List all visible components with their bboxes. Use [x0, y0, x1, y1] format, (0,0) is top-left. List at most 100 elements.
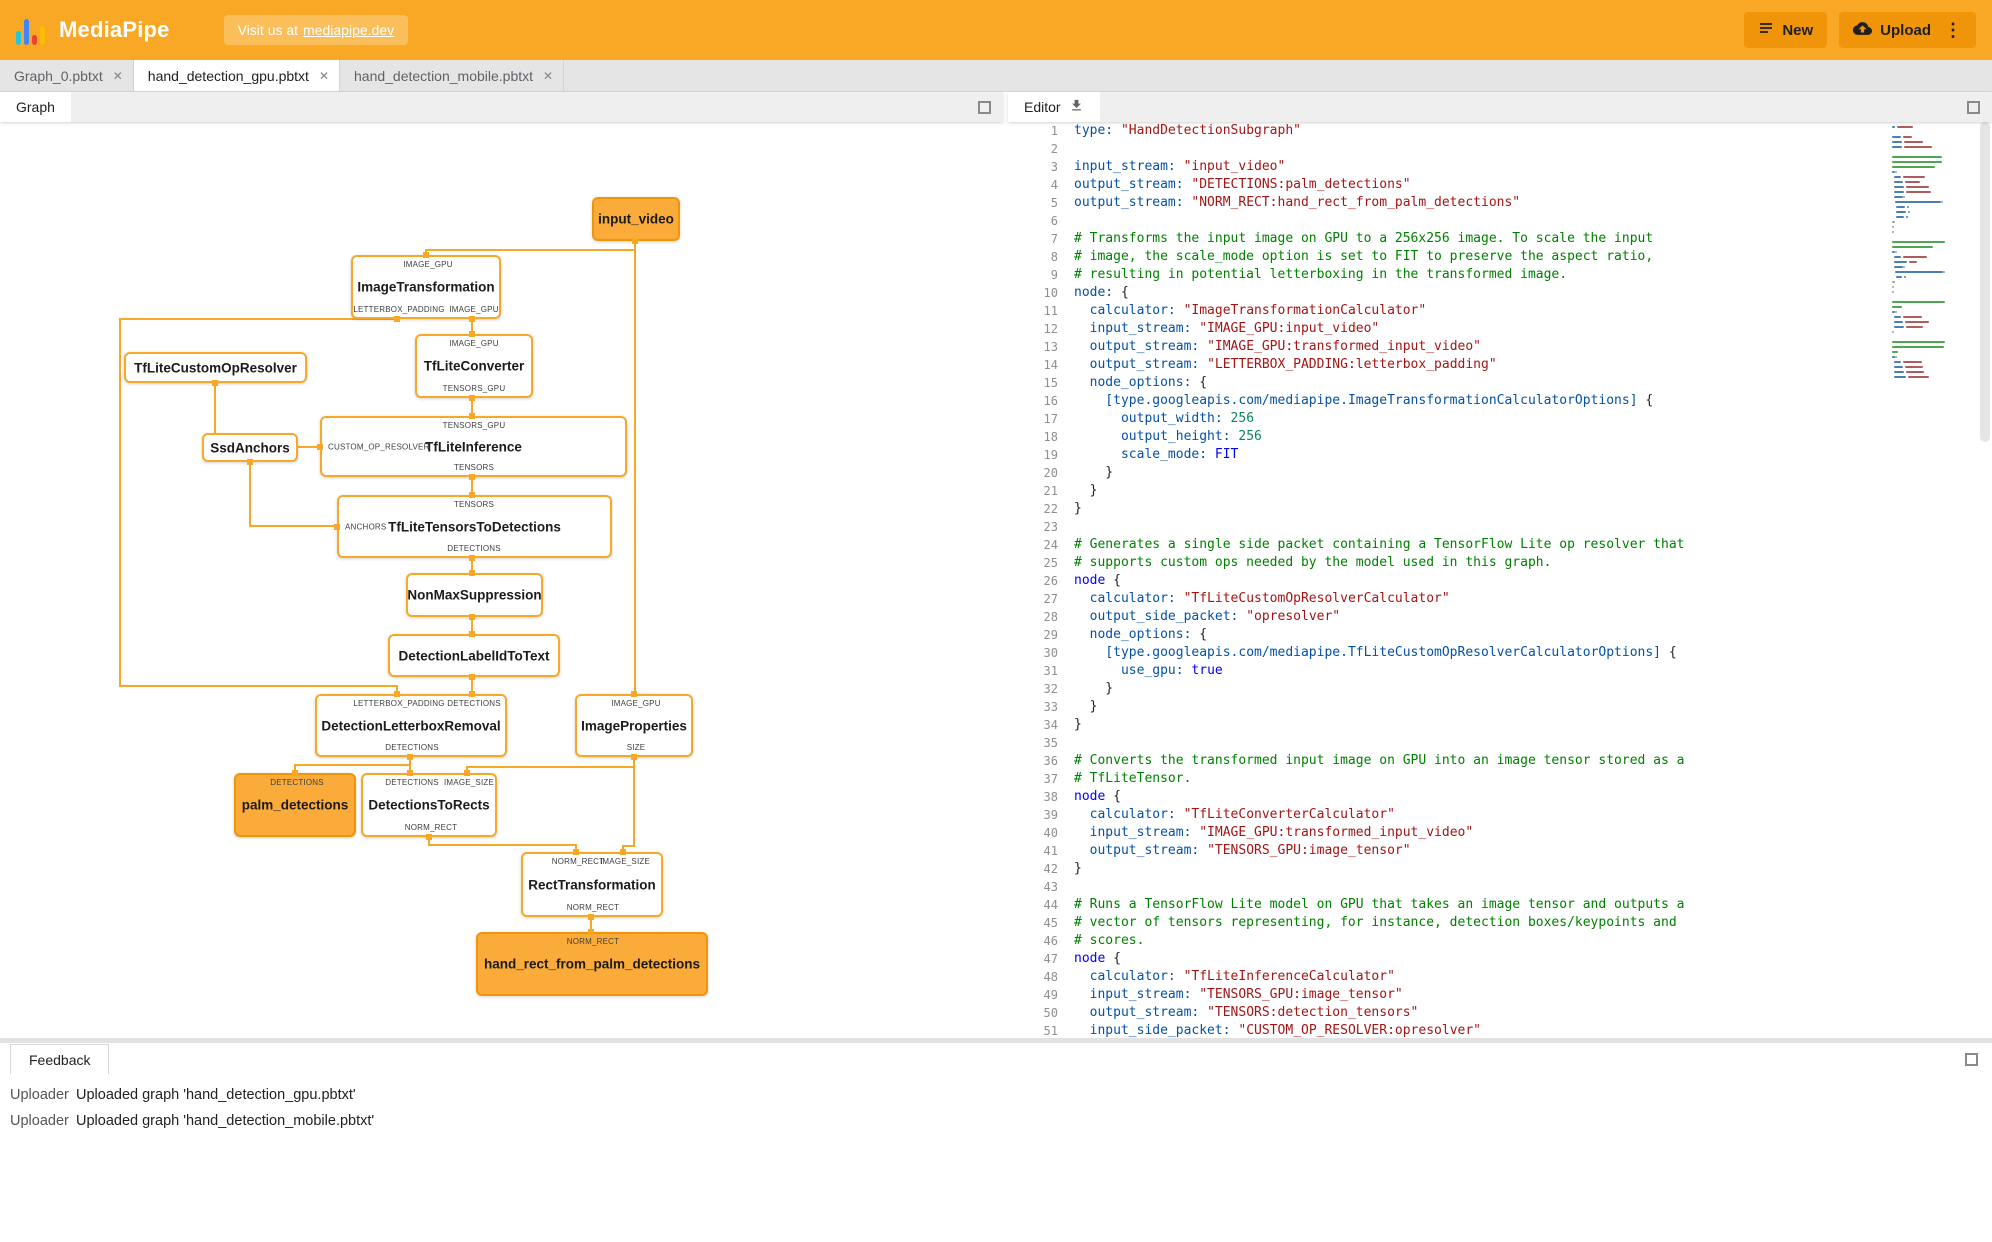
editor-scrollbar[interactable] [1978, 122, 1992, 1038]
expand-feedback-panel-icon[interactable] [1965, 1053, 1978, 1066]
download-icon[interactable] [1069, 98, 1084, 116]
code-line[interactable]: 32 } [1008, 680, 1992, 698]
graph-node-tflite_tensors_to_detections[interactable]: TfLiteTensorsToDetections TENSORS ANCHORS D… [337, 495, 612, 558]
code-line[interactable]: 30 [type.googleapis.com/mediapipe.TfLite… [1008, 644, 1992, 662]
code-line[interactable]: 21 } [1008, 482, 1992, 500]
graph-node-non_max_suppression[interactable]: NonMaxSuppression [406, 573, 543, 617]
code-line[interactable]: 51 input_side_packet: "CUSTOM_OP_RESOLVE… [1008, 1022, 1992, 1038]
code-line[interactable]: 7 # Transforms the input image on GPU to … [1008, 230, 1992, 248]
minimap[interactable] [1892, 126, 1972, 381]
graph-node-input_video[interactable]: input_video [592, 197, 680, 241]
code-line[interactable]: 4 output_stream: "DETECTIONS:palm_detecti… [1008, 176, 1992, 194]
code-line[interactable]: 2 [1008, 140, 1992, 158]
code-line[interactable]: 13 output_stream: "IMAGE_GPU:transformed… [1008, 338, 1992, 356]
code-line[interactable]: 47 node { [1008, 950, 1992, 968]
minimap-line [1892, 376, 1972, 378]
code-text: calculator: "ImageTransformationCalculat… [1089, 303, 1427, 318]
code-editor[interactable]: 1 type: "HandDetectionSubgraph" 2 3 input_s… [1008, 122, 1992, 1038]
code-line[interactable]: 25 # supports custom ops needed by the mo… [1008, 554, 1992, 572]
graph-node-tflite_inference[interactable]: TfLiteInference TENSORS_GPU CUSTOM_OP_RESO… [320, 416, 627, 477]
code-line[interactable]: 22} [1008, 500, 1992, 518]
visit-badge: Visit us at mediapipe.dev [223, 15, 409, 45]
code-line[interactable]: 35 [1008, 734, 1992, 752]
code-line[interactable]: 28 output_side_packet: "opresolver" [1008, 608, 1992, 626]
tab-editor[interactable]: Editor [1008, 92, 1100, 122]
feedback-entry: Uploader Uploaded graph 'hand_detection_g… [10, 1087, 1992, 1103]
new-button-label: New [1782, 21, 1814, 39]
line-number: 21 [1043, 484, 1058, 498]
code-line[interactable]: 41 output_stream: "TENSORS_GPU:image_ten… [1008, 842, 1992, 860]
graph-canvas[interactable]: input_video ImageTransformation IMAGE_GPU L… [0, 122, 1003, 1038]
code-line[interactable]: 34} [1008, 716, 1992, 734]
code-line[interactable]: 26 node { [1008, 572, 1992, 590]
close-icon[interactable]: ✕ [113, 69, 123, 83]
node-title: DetectionLetterboxRemoval [321, 718, 501, 733]
code-line[interactable]: 3 input_stream: "input_video" [1008, 158, 1992, 176]
graph-node-detection_letterbox_removal[interactable]: DetectionLetterboxRemoval LETTERBOX_PADDI… [315, 694, 507, 757]
code-line[interactable]: 31 use_gpu: true [1008, 662, 1992, 680]
code-line[interactable]: 6 [1008, 212, 1992, 230]
code-line[interactable]: 27 calculator: "TfLiteCustomOpResolverCa… [1008, 590, 1992, 608]
code-line[interactable]: 15 node_options: { [1008, 374, 1992, 392]
graph-node-hand_rect_from_palm_detections[interactable]: hand_rect_from_palm_detections NORM_RECT [476, 932, 708, 996]
graph-node-detection_label_id_to_text[interactable]: DetectionLabelIdToText [388, 634, 560, 677]
code-line[interactable]: 11 calculator: "ImageTransformationCalcu… [1008, 302, 1992, 320]
code-line[interactable]: 16 [type.googleapis.com/mediapipe.ImageT… [1008, 392, 1992, 410]
upload-button-label: Upload [1880, 21, 1931, 39]
file-tab[interactable]: hand_detection_gpu.pbtxt ✕ [133, 60, 340, 91]
node-title: NonMaxSuppression [407, 587, 542, 603]
code-line[interactable]: 18 output_height: 256 [1008, 428, 1992, 446]
port-marker [426, 834, 432, 840]
code-line[interactable]: 19 scale_mode: FIT [1008, 446, 1992, 464]
code-line[interactable]: 14 output_stream: "LETTERBOX_PADDING:let… [1008, 356, 1992, 374]
code-line[interactable]: 1 type: "HandDetectionSubgraph" [1008, 122, 1992, 140]
code-line[interactable]: 8 # image, the scale_mode option is set t… [1008, 248, 1992, 266]
code-text: } [1074, 501, 1082, 516]
code-line[interactable]: 20 } [1008, 464, 1992, 482]
code-line[interactable]: 38 node { [1008, 788, 1992, 806]
expand-editor-panel-icon[interactable] [1967, 100, 1980, 114]
code-line[interactable]: 45 # vector of tensors representing, for … [1008, 914, 1992, 932]
code-line[interactable]: 48 calculator: "TfLiteInferenceCalculato… [1008, 968, 1992, 986]
code-line[interactable]: 37 # TfLiteTensor. [1008, 770, 1992, 788]
tab-graph[interactable]: Graph [0, 92, 71, 122]
code-line[interactable]: 23 [1008, 518, 1992, 536]
code-line[interactable]: 42} [1008, 860, 1992, 878]
upload-button[interactable]: Upload ⋮ [1839, 12, 1976, 48]
new-button[interactable]: New [1744, 12, 1828, 48]
code-line[interactable]: 50 output_stream: "TENSORS:detection_ten… [1008, 1004, 1992, 1022]
scrollbar-thumb[interactable] [1980, 122, 1990, 442]
mediapipe-dev-link[interactable]: mediapipe.dev [303, 22, 394, 38]
code-line[interactable]: 49 input_stream: "TENSORS_GPU:image_tens… [1008, 986, 1992, 1004]
graph-node-rect_transformation[interactable]: RectTransformation NORM_RECT IMAGE_SIZE NOR… [521, 852, 663, 917]
code-line[interactable]: 36 # Converts the transformed input image… [1008, 752, 1992, 770]
file-tab[interactable]: Graph_0.pbtxt ✕ [0, 60, 134, 91]
code-line[interactable]: 46 # scores. [1008, 932, 1992, 950]
graph-node-palm_detections[interactable]: palm_detections DETECTIONS [234, 773, 356, 837]
minimap-line [1892, 271, 1972, 273]
code-line[interactable]: 33 } [1008, 698, 1992, 716]
graph-node-ssd_anchors[interactable]: SsdAnchors [202, 433, 298, 462]
code-line[interactable]: 39 calculator: "TfLiteConverterCalculato… [1008, 806, 1992, 824]
graph-node-tflite_converter[interactable]: TfLiteConverter IMAGE_GPU TENSORS_GPU [415, 334, 533, 398]
tab-feedback[interactable]: Feedback [10, 1044, 110, 1074]
file-tab[interactable]: hand_detection_mobile.pbtxt ✕ [340, 60, 565, 91]
close-icon[interactable]: ✕ [543, 69, 553, 83]
code-line[interactable]: 10 node: { [1008, 284, 1992, 302]
code-line[interactable]: 40 input_stream: "IMAGE_GPU:transformed_… [1008, 824, 1992, 842]
close-icon[interactable]: ✕ [319, 69, 329, 83]
upload-menu-icon[interactable]: ⋮ [1944, 21, 1962, 39]
expand-graph-panel-icon[interactable] [978, 100, 991, 114]
code-line[interactable]: 9 # resulting in potential letterboxing i… [1008, 266, 1992, 284]
code-line[interactable]: 17 output_width: 256 [1008, 410, 1992, 428]
graph-node-image_transformation[interactable]: ImageTransformation IMAGE_GPU LETTERBOX_PA… [351, 255, 501, 319]
code-line[interactable]: 24 # Generates a single side packet conta… [1008, 536, 1992, 554]
code-line[interactable]: 43 [1008, 878, 1992, 896]
graph-node-image_properties[interactable]: ImageProperties IMAGE_GPU SIZE [575, 694, 693, 757]
code-line[interactable]: 29 node_options: { [1008, 626, 1992, 644]
graph-node-tflite_custom_op_resolver[interactable]: TfLiteCustomOpResolver [124, 352, 307, 383]
code-line[interactable]: 44 # Runs a TensorFlow Lite model on GPU … [1008, 896, 1992, 914]
graph-node-detections_to_rects[interactable]: DetectionsToRects DETECTIONS IMAGE_SIZE NOR… [361, 773, 497, 837]
code-line[interactable]: 5 output_stream: "NORM_RECT:hand_rect_fro… [1008, 194, 1992, 212]
code-line[interactable]: 12 input_stream: "IMAGE_GPU:input_video" [1008, 320, 1992, 338]
